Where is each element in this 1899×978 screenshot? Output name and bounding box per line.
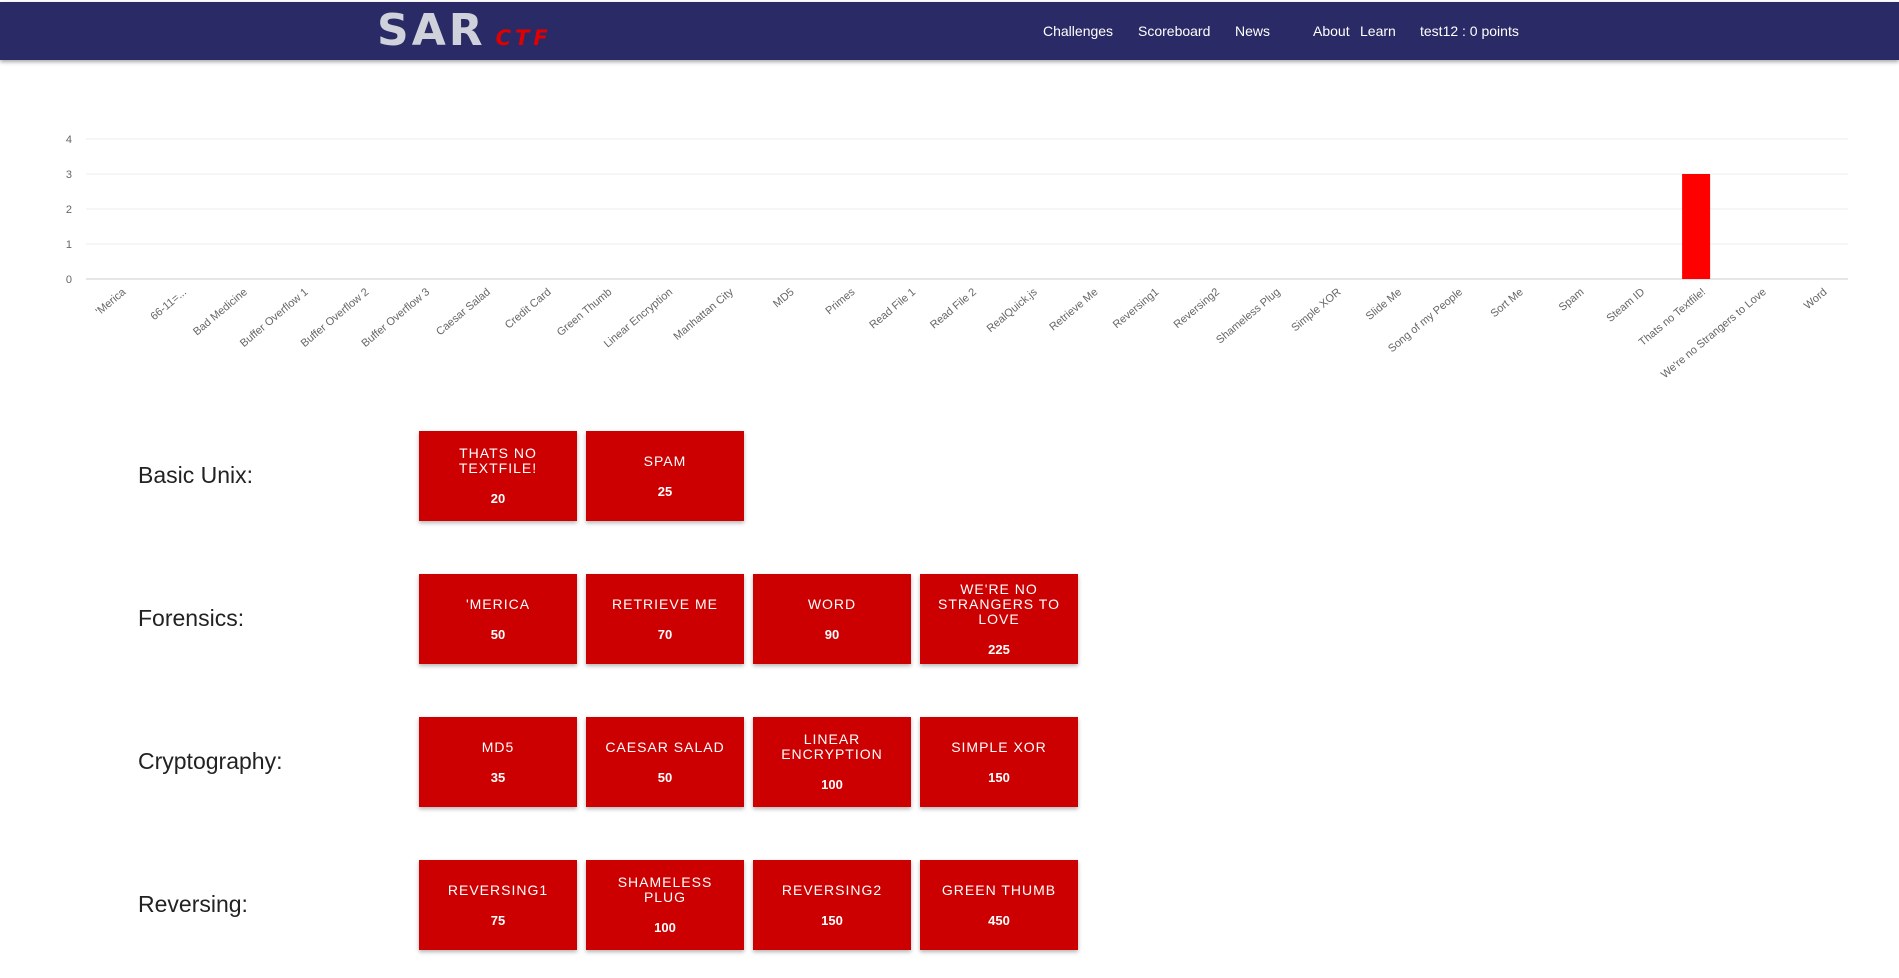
chart-x-tick-label: Steam ID xyxy=(1604,286,1647,325)
challenge-name: 'Merica xyxy=(465,595,531,612)
challenge-points: 20 xyxy=(490,491,506,506)
challenge-name: Simple XOR xyxy=(951,738,1047,755)
challenge-name: Word xyxy=(807,595,857,612)
chart-y-tick-label: 0 xyxy=(66,274,72,286)
challenge-name: Reversing2 xyxy=(781,881,883,898)
challenge-name: MD5 xyxy=(481,738,515,755)
challenge-name: Spam xyxy=(643,452,687,469)
challenge-tile[interactable]: Reversing1 75 xyxy=(419,860,577,950)
challenge-points: 100 xyxy=(821,777,843,792)
chart-x-tick-label: MD5 xyxy=(771,286,797,310)
chart-x-tick-label: Credit Card xyxy=(503,286,554,331)
nav-links: Challenges Scoreboard News About Learn t… xyxy=(0,2,1899,60)
category-title: Forensics: xyxy=(138,605,245,631)
category-title: Cryptography: xyxy=(138,748,283,774)
challenge-name: Retrieve Me xyxy=(612,595,718,612)
chart-x-tick-label: Word xyxy=(1802,286,1830,312)
chart-x-tick-label: Slide Me xyxy=(1364,286,1404,323)
chart-x-tick-label: Manhattan City xyxy=(672,286,737,343)
challenge-points: 450 xyxy=(988,912,1010,928)
chart-y-tick-label: 1 xyxy=(66,239,72,251)
challenge-tile[interactable]: 'Merica 50 xyxy=(419,574,577,664)
challenge-points: 70 xyxy=(657,626,673,642)
challenge-points: 35 xyxy=(490,769,506,785)
challenge-name: We're no Strangers to Love xyxy=(938,580,1060,627)
chart-x-tick-label: Read File 1 xyxy=(867,286,918,331)
challenge-tile[interactable]: Green Thumb 450 xyxy=(920,860,1078,950)
navbar: SAR CTF Challenges Scoreboard News About… xyxy=(0,2,1899,60)
challenge-tile[interactable]: MD5 35 xyxy=(419,717,577,807)
challenge-name: Thats no Textfile! xyxy=(458,445,538,476)
category-title: Reversing: xyxy=(138,891,248,917)
challenge-points: 150 xyxy=(821,912,843,928)
challenge-tile[interactable]: Shameless Plug 100 xyxy=(586,860,744,950)
chart-x-tick-label: Spam xyxy=(1557,286,1587,314)
chart-x-tick-label: Sort Me xyxy=(1489,286,1526,320)
chart-x-tick-label: Simple XOR xyxy=(1289,286,1343,334)
challenge-tile[interactable]: Retrieve Me 70 xyxy=(586,574,744,664)
challenge-tile[interactable]: Word 90 xyxy=(753,574,911,664)
challenge-name: Green Thumb xyxy=(941,881,1057,898)
challenge-points: 225 xyxy=(988,641,1010,657)
nav-about[interactable]: About xyxy=(1313,23,1350,39)
chart-x-tick-label: We're no Strangers to Love xyxy=(1659,286,1769,381)
chart-svg: 01234'Merica 66-11=... Bad MedicineBuffer … xyxy=(66,134,1848,381)
challenge-points: 50 xyxy=(657,769,673,785)
challenge-points: 100 xyxy=(654,920,676,935)
nav-user-points[interactable]: test12 : 0 points xyxy=(1420,23,1519,39)
solves-chart: 0 1 2 3 4 'Merica 66-11=... Bad Medicine Buffer … xyxy=(0,60,1899,400)
chart-x-tick-label: Reversing1 xyxy=(1111,286,1161,331)
chart-y-tick-label: 4 xyxy=(66,134,72,146)
challenge-tile[interactable]: Linear Encryption 100 xyxy=(753,717,911,807)
nav-scoreboard[interactable]: Scoreboard xyxy=(1138,23,1210,39)
chart-x-tick-label: Retrieve Me xyxy=(1047,286,1100,333)
chart-x-tick-label: Caesar Salad xyxy=(434,286,493,338)
chart-bar xyxy=(1682,174,1711,279)
challenge-tile[interactable]: We're no Strangers to Love 225 xyxy=(920,574,1078,664)
challenge-points: 75 xyxy=(490,912,506,928)
challenge-tile[interactable]: Caesar Salad 50 xyxy=(586,717,744,807)
challenge-tile[interactable]: Simple XOR 150 xyxy=(920,717,1078,807)
challenge-name: Shameless Plug xyxy=(617,874,713,905)
challenge-points: 25 xyxy=(657,483,673,499)
chart-y-tick-label: 2 xyxy=(66,204,72,216)
category-title: Basic Unix: xyxy=(138,462,254,488)
chart-y-tick-label: 3 xyxy=(66,169,72,181)
challenge-name: Caesar Salad xyxy=(605,738,725,755)
chart-x-tick-label: Primes xyxy=(823,286,857,318)
nav-learn[interactable]: Learn xyxy=(1360,23,1396,39)
challenge-points: 90 xyxy=(824,626,840,642)
challenge-points: 150 xyxy=(988,769,1010,785)
chart-x-tick-label: 'Merica xyxy=(94,286,129,318)
nav-news[interactable]: News xyxy=(1235,23,1270,39)
chart-x-tick-label: Green Thumb xyxy=(555,286,615,339)
chart-x-tick-label: Read File 2 xyxy=(928,286,979,331)
challenge-tile[interactable]: Spam 25 xyxy=(586,431,744,521)
challenge-name: Reversing1 xyxy=(447,881,549,898)
nav-challenges[interactable]: Challenges xyxy=(1043,23,1113,39)
challenge-name: Linear Encryption xyxy=(781,731,883,762)
challenge-points: 50 xyxy=(490,626,506,642)
chart-x-tick-label: 66-11=... xyxy=(148,286,189,323)
challenge-tile[interactable]: Thats no Textfile! 20 xyxy=(419,431,577,521)
chart-x-tick-label: Reversing2 xyxy=(1172,286,1222,331)
challenge-tile[interactable]: Reversing2 150 xyxy=(753,860,911,950)
chart-x-tick-label: RealQuick.js xyxy=(985,286,1040,335)
chart-x-tick-label: Shameless Plug xyxy=(1214,286,1283,346)
chart-x-tick-label: Bad Medicine xyxy=(191,286,250,338)
